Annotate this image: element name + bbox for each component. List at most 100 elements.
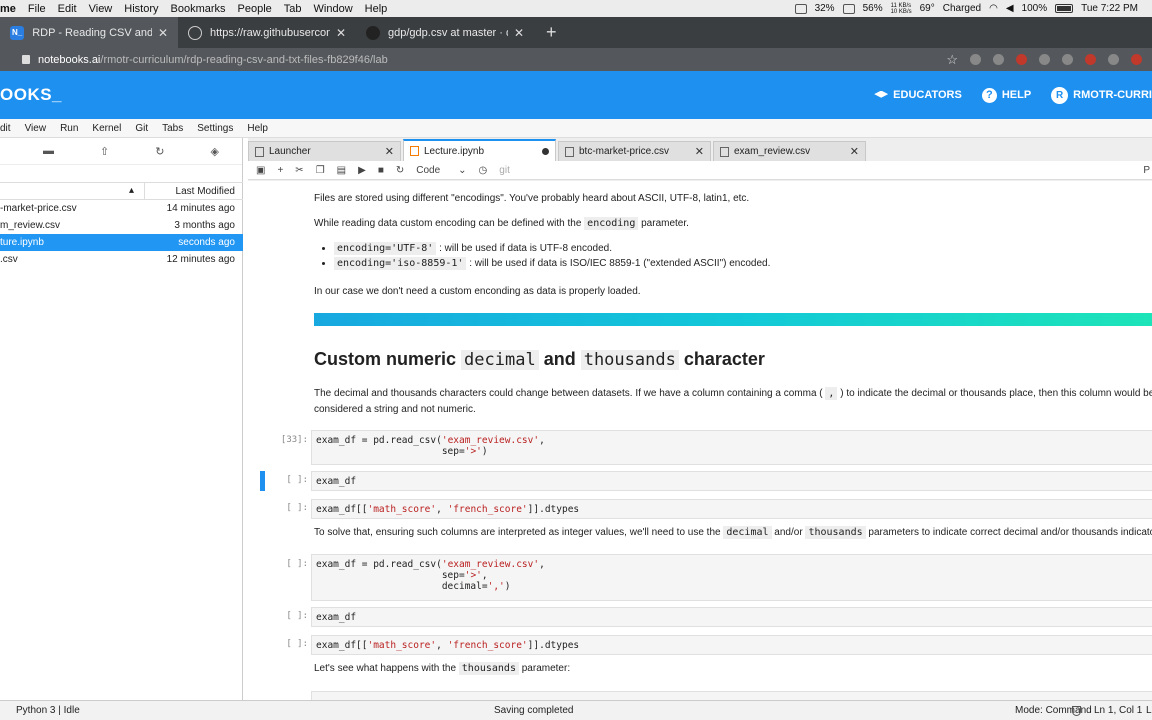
extension-icon[interactable] (1062, 54, 1073, 65)
doc-tab-launcher[interactable]: Launcher ✕ (248, 141, 401, 161)
restart-icon[interactable]: ↻ (396, 165, 404, 176)
git-clone-icon[interactable]: ◈ (210, 145, 218, 158)
upload-icon[interactable]: ⇧ (100, 145, 109, 158)
charge-status: Charged (942, 3, 982, 14)
cell-type-select[interactable]: Code ⌄ (416, 165, 466, 176)
git-button[interactable]: git (499, 165, 510, 176)
doc-tab-label: exam_review.csv (734, 146, 811, 157)
save-icon[interactable]: ▣ (256, 165, 265, 176)
browser-tab-raw-github[interactable]: https://raw.githubusercontent.com ✕ (178, 17, 356, 48)
file-row[interactable]: m_review.csv 3 months ago (0, 217, 243, 234)
markdown-paragraph: While reading data custom encoding can b… (314, 217, 689, 230)
stop-icon[interactable]: ■ (378, 165, 384, 176)
shield-icon (1072, 705, 1081, 716)
jmenu-help[interactable]: Help (247, 123, 268, 134)
code: ) (504, 581, 511, 592)
cut-icon[interactable]: ✂ (295, 165, 303, 176)
sort-name-header[interactable]: ▴ (0, 183, 145, 199)
header-nav: EDUCATORS ? HELP R RMOTR-CURRI (874, 86, 1152, 104)
file-row[interactable]: -market-price.csv 14 minutes ago (0, 200, 243, 217)
file-row-selected[interactable]: ture.ipynb seconds ago (0, 234, 243, 251)
browser-tab-gdp[interactable]: gdp/gdp.csv at master · datasets ✕ (356, 17, 534, 48)
code-cell[interactable]: exam_df = pd.read_csv('exam_review.csv',… (311, 554, 1152, 601)
help-link[interactable]: ? HELP (981, 87, 1032, 103)
cursor-position[interactable]: Ln 1, Col 1 (1094, 705, 1142, 716)
menu-bookmarks[interactable]: Bookmarks (171, 3, 226, 15)
add-cell-icon[interactable]: + (277, 165, 283, 176)
extension-icon[interactable] (970, 54, 981, 65)
code: exam_df = pd.read_csv( (316, 435, 442, 446)
code-cell[interactable]: exam_df[['math_score', 'french_score']].… (311, 499, 1152, 519)
bookmark-star-icon[interactable]: ☆ (946, 52, 958, 68)
menu-window[interactable]: Window (314, 3, 353, 15)
volume-icon[interactable]: ◀ (1006, 3, 1014, 14)
clock-icon[interactable]: ◷ (479, 165, 488, 176)
menu-app[interactable]: me (0, 3, 16, 15)
code-cell[interactable]: exam_df (311, 607, 1152, 627)
menu-edit[interactable]: Edit (58, 3, 77, 15)
ublock-icon[interactable] (1016, 54, 1027, 65)
code-cell[interactable]: exam_df[['math_score', 'french_score']].… (311, 635, 1152, 655)
run-icon[interactable]: ▶ (358, 165, 366, 176)
copy-icon[interactable]: ❐ (316, 165, 325, 176)
extension-icon[interactable] (1108, 54, 1119, 65)
jmenu-view[interactable]: View (25, 123, 47, 134)
close-icon[interactable]: ✕ (695, 145, 704, 158)
close-icon[interactable]: ✕ (158, 26, 168, 40)
menu-help[interactable]: Help (365, 3, 388, 15)
close-icon[interactable]: ✕ (336, 26, 346, 40)
help-label: HELP (1001, 89, 1032, 101)
doc-tab-label: btc-market-price.csv (579, 146, 670, 157)
site-logo[interactable]: OOKS_ (0, 85, 62, 105)
jmenu-run[interactable]: Run (60, 123, 78, 134)
kernel-status[interactable]: Python 3 | Idle (16, 705, 80, 716)
extension-icon[interactable] (1131, 54, 1142, 65)
wifi-icon[interactable]: ◠ (989, 3, 998, 14)
menu-history[interactable]: History (124, 3, 158, 15)
jmenu-edit[interactable]: dit (0, 123, 11, 134)
menu-tab[interactable]: Tab (284, 3, 302, 15)
jmenu-git[interactable]: Git (135, 123, 148, 134)
doc-tab-btc[interactable]: btc-market-price.csv ✕ (558, 141, 711, 161)
kernel-indicator[interactable]: P (1143, 165, 1152, 176)
jmenu-settings[interactable]: Settings (197, 123, 233, 134)
code: decimal= (316, 581, 488, 592)
section-divider (314, 313, 1152, 326)
educators-link[interactable]: EDUCATORS (874, 89, 962, 101)
battery-icon[interactable] (1055, 4, 1074, 13)
menu-people[interactable]: People (238, 3, 272, 15)
file-row[interactable]: .csv 12 minutes ago (0, 251, 243, 268)
code-cell[interactable]: exam_df = pd.read_csv('exam_review.csv',… (311, 430, 1152, 465)
extension-icon[interactable] (993, 54, 1004, 65)
browser-tab-label: https://raw.githubusercontent.com (210, 26, 330, 39)
main-area: Launcher ✕ Lecture.ipynb btc-market-pric… (248, 138, 1152, 700)
menu-view[interactable]: View (89, 3, 113, 15)
address-bar[interactable]: notebooks.ai /rmotr-curriculum/rdp-readi… (0, 48, 1152, 71)
code-cell[interactable]: exam_df (311, 471, 1152, 491)
close-icon[interactable]: ✕ (385, 145, 394, 158)
browser-tab-rdp[interactable]: N_ RDP - Reading CSV and TXT Files ✕ (0, 17, 178, 48)
jmenu-kernel[interactable]: Kernel (92, 123, 121, 134)
refresh-icon[interactable]: ↻ (155, 145, 164, 158)
doc-tab-exam[interactable]: exam_review.csv ✕ (713, 141, 866, 161)
camera-icon[interactable] (1039, 54, 1050, 65)
extension-icon[interactable] (1085, 54, 1096, 65)
user-menu[interactable]: R RMOTR-CURRI (1051, 86, 1152, 104)
clock[interactable]: Tue 7:22 PM (1081, 3, 1138, 14)
notebook-icon (410, 146, 419, 156)
menu-file[interactable]: File (28, 3, 46, 15)
code-cell-partial[interactable] (311, 691, 1152, 700)
close-icon[interactable]: ✕ (514, 26, 524, 40)
inline-code: decimal (723, 526, 772, 539)
code-string: 'french_score' (447, 640, 528, 651)
avatar: R (1051, 86, 1069, 104)
new-folder-icon[interactable]: ▬ (43, 145, 54, 157)
jmenu-tabs[interactable]: Tabs (162, 123, 183, 134)
paste-icon[interactable]: ▤ (337, 165, 346, 176)
close-icon[interactable]: ✕ (850, 145, 859, 158)
unsaved-dot-icon[interactable] (542, 147, 549, 155)
new-tab-button[interactable]: + (534, 17, 569, 48)
system-menubar: me File Edit View History Bookmarks Peop… (0, 0, 1152, 17)
doc-tab-lecture[interactable]: Lecture.ipynb (403, 139, 556, 161)
sort-modified-header[interactable]: Last Modified (145, 186, 243, 197)
